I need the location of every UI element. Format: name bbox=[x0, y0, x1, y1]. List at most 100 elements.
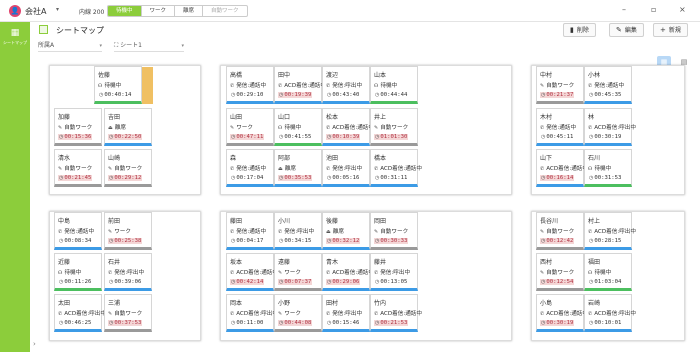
seat-card[interactable]: 西村 ✎ 自動ワーク ◷00:12:54 bbox=[536, 253, 584, 291]
seat-card[interactable]: 岡本 ✆ ACD着信:呼出中 ◷00:11:00 bbox=[226, 294, 278, 332]
seat-card[interactable]: 田中 ✆ ACD着信:通話中 ◷00:19:39 bbox=[274, 66, 326, 104]
seat-card[interactable]: 岡田 ✎ 自動ワーク ◷00:30:33 bbox=[370, 212, 418, 250]
seat-card[interactable]: 井上 ✎ 自動ワーク ◷01:01:30 bbox=[370, 108, 418, 146]
seat-card[interactable]: 池田 ✆ 発信:呼出中 ◷00:05:16 bbox=[322, 149, 370, 187]
status-timer-value: 00:29:10 bbox=[236, 92, 264, 98]
seat-card[interactable]: 小林 ✆ 発信:通話中 ◷00:45:35 bbox=[584, 66, 632, 104]
seat-card[interactable]: 山本 ☊ 待機中 ◷00:44:44 bbox=[370, 66, 418, 104]
clock-icon: ◷ bbox=[327, 320, 332, 326]
seat-card[interactable]: 藤田 ✆ 発信:通話中 ◷00:04:17 bbox=[226, 212, 274, 250]
seat-card[interactable]: 田村 ✆ 発信:呼出中 ◷00:15:46 bbox=[322, 294, 370, 332]
seat-card[interactable]: 石川 ☊ 待機中 ◷00:31:53 bbox=[584, 149, 632, 187]
seat-card[interactable]: 佐藤 ☊ 待機中 ◷00:40:14 bbox=[94, 66, 142, 104]
seat-card[interactable]: 青木 ✆ ACD着信:通話中 ◷00:29:06 bbox=[322, 253, 374, 291]
talk-status-icon: ✆ bbox=[374, 166, 379, 172]
chevron-right-icon[interactable]: › bbox=[33, 340, 36, 348]
seat-card[interactable]: 清水 ✎ 自動ワーク ◷00:21:45 bbox=[54, 149, 102, 187]
seat-card[interactable]: 渡辺 ✆ 発信:呼出中 ◷00:43:40 bbox=[322, 66, 370, 104]
agent-status-label: 自動ワーク bbox=[380, 125, 409, 131]
agent-status: ✆ ACD着信:呼出中 bbox=[230, 309, 278, 317]
agent-status: ✆ ACD着信:呼出中 bbox=[58, 309, 106, 317]
seat-card[interactable]: 森 ✆ 発信:通話中 ◷00:17:04 bbox=[226, 149, 274, 187]
edit-button[interactable]: ✎ 編集 bbox=[609, 23, 644, 37]
page-header: シートマップ ▮ 削除 ✎ 編集 + 新規 bbox=[30, 22, 700, 38]
seat-card[interactable]: 三浦 ✎ 自動ワーク ◷00:37:53 bbox=[104, 294, 152, 332]
agent-status: ☊ 待機中 bbox=[58, 268, 81, 276]
status-timer-value: 00:07:37 bbox=[284, 279, 312, 285]
maximize-button[interactable]: ▫ bbox=[651, 5, 656, 14]
seat-card[interactable]: 山口 ☊ 待機中 ◷00:41:55 bbox=[274, 108, 322, 146]
seat-card[interactable]: 林 ✆ ACD着信:呼出中 ◷00:30:19 bbox=[584, 108, 636, 146]
work-status-icon: ✎ bbox=[540, 270, 545, 276]
agent-name: 岩崎 bbox=[588, 300, 601, 307]
rail-label[interactable]: シートマップ bbox=[1, 40, 29, 46]
seat-card[interactable]: 石井 ✆ 発信:呼出中 ◷00:39:06 bbox=[104, 253, 152, 291]
group-select[interactable]: 所属A ▾ bbox=[38, 41, 102, 52]
status-timer: ◷00:10:01 bbox=[588, 320, 622, 326]
seat-card[interactable]: 長谷川 ✎ 自動ワーク ◷00:12:42 bbox=[536, 212, 584, 250]
seat-card[interactable]: 前田 ✎ ワーク ◷00:25:38 bbox=[104, 212, 152, 250]
agent-status: ⏏ 離席 bbox=[108, 123, 126, 131]
seat-card[interactable]: 村上 ✆ ACD着信:呼出中 ◷00:28:15 bbox=[584, 212, 636, 250]
agent-name: 井上 bbox=[374, 114, 387, 121]
seat-card[interactable]: 後藤 ⏏ 離席 ◷00:32:12 bbox=[322, 212, 370, 250]
status-tab-wait[interactable]: 待機中 bbox=[108, 6, 142, 16]
close-button[interactable]: × bbox=[679, 5, 686, 14]
seat-card[interactable]: 岩崎 ✆ ACD着信:呼出中 ◷00:10:01 bbox=[584, 294, 636, 332]
seat-card[interactable]: 竹内 ✆ ACD着信:通話中 ◷00:21:53 bbox=[370, 294, 422, 332]
minimize-button[interactable]: – bbox=[622, 5, 626, 14]
seat-card[interactable]: 坂本 ✆ ACD着信:通話中 ◷00:42:14 bbox=[226, 253, 278, 291]
seat-card[interactable]: 中村 ✎ 自動ワーク ◷00:21:37 bbox=[536, 66, 584, 104]
seat-card[interactable]: 木村 ✆ 発信:通話中 ◷00:45:11 bbox=[536, 108, 584, 146]
seat-card[interactable]: 小野 ✎ ワーク ◷00:44:08 bbox=[274, 294, 322, 332]
agent-status-label: 離席 bbox=[284, 166, 296, 172]
agent-status: ✆ 発信:呼出中 bbox=[108, 268, 144, 276]
seat-card[interactable]: 小島 ✆ ACD着信:通話中 ◷00:30:19 bbox=[536, 294, 588, 332]
seat-card[interactable]: 藤井 ✆ 発信:呼出中 ◷00:13:05 bbox=[370, 253, 418, 291]
seat-card[interactable]: 福田 ☊ 待機中 ◷01:03:04 bbox=[584, 253, 632, 291]
grid-icon[interactable]: ▦ bbox=[9, 28, 21, 38]
status-timer-value: 00:30:19 bbox=[546, 320, 574, 326]
status-timer: ◷00:15:36 bbox=[58, 134, 93, 140]
status-tab-away[interactable]: 離席 bbox=[175, 6, 204, 16]
seat-card[interactable]: 中島 ✆ 発信:通話中 ◷00:08:34 bbox=[54, 212, 102, 250]
chevron-down-icon[interactable]: ▾ bbox=[56, 6, 59, 13]
clock-icon: ◷ bbox=[231, 92, 236, 98]
seat-card[interactable]: 太田 ✆ ACD着信:呼出中 ◷00:46:25 bbox=[54, 294, 106, 332]
pencil-icon: ✎ bbox=[616, 26, 622, 34]
status-tab-autowork[interactable]: 自動ワーク bbox=[203, 6, 247, 16]
seat-card[interactable]: 山下 ✆ ACD着信:通話中 ◷00:16:14 bbox=[536, 149, 588, 187]
status-timer: ◷00:29:06 bbox=[326, 279, 361, 285]
agent-name: 阿部 bbox=[278, 155, 291, 162]
seat-card[interactable]: 近藤 ☊ 待機中 ◷00:11:26 bbox=[54, 253, 102, 291]
clock-icon: ◷ bbox=[375, 320, 380, 326]
sheet-select[interactable]: ⛶ シート1 ▾ bbox=[114, 41, 184, 52]
agent-status-label: 発信:呼出中 bbox=[284, 229, 315, 235]
agent-name: 西村 bbox=[540, 259, 553, 266]
seat-card[interactable]: 山田 ✎ ワーク ◷00:47:11 bbox=[226, 108, 274, 146]
delete-button[interactable]: ▮ 削除 bbox=[563, 23, 596, 37]
status-timer: ◷00:45:35 bbox=[588, 92, 622, 98]
status-timer: ◷00:44:44 bbox=[374, 92, 408, 98]
seat-card[interactable]: 橋本 ✆ ACD着信:通話中 ◷00:31:11 bbox=[370, 149, 422, 187]
talk-status-icon: ✆ bbox=[326, 166, 331, 172]
company-name[interactable]: 会社A bbox=[25, 6, 46, 17]
status-selector[interactable]: 待機中 ワーク 離席 自動ワーク bbox=[107, 5, 248, 17]
agent-status: ✆ 発信:通話中 bbox=[230, 227, 266, 235]
seat-card[interactable]: 加藤 ✎ 自動ワーク ◷00:15:36 bbox=[54, 108, 102, 146]
seat-card[interactable]: 吉田 ⏏ 離席 ◷00:22:50 bbox=[104, 108, 152, 146]
seat-card[interactable]: 高橋 ✆ 発信:通話中 ◷00:29:10 bbox=[226, 66, 274, 104]
agent-name: 前田 bbox=[108, 218, 121, 225]
person-icon[interactable]: 👤 bbox=[9, 5, 21, 17]
seat-card[interactable]: 阿部 ⏏ 離席 ◷00:35:53 bbox=[274, 149, 322, 187]
top-bar: 👤 会社A ▾ 内線 200 待機中 ワーク 離席 自動ワーク – ▫ × bbox=[0, 0, 700, 22]
seat-card[interactable]: 山崎 ✎ 自動ワーク ◷00:29:12 bbox=[104, 149, 152, 187]
new-button[interactable]: + 新規 bbox=[653, 23, 688, 37]
agent-name: 山本 bbox=[374, 72, 387, 79]
status-timer-value: 00:30:33 bbox=[380, 238, 408, 244]
seat-card[interactable]: 遠藤 ✎ ワーク ◷00:07:37 bbox=[274, 253, 322, 291]
status-timer-value: 00:21:53 bbox=[380, 320, 408, 326]
seat-card[interactable]: 小川 ✆ 発信:呼出中 ◷00:34:15 bbox=[274, 212, 322, 250]
seat-card[interactable]: 松本 ✆ ACD着信:通話中 ◷00:10:39 bbox=[322, 108, 374, 146]
status-tab-work[interactable]: ワーク bbox=[142, 6, 176, 16]
